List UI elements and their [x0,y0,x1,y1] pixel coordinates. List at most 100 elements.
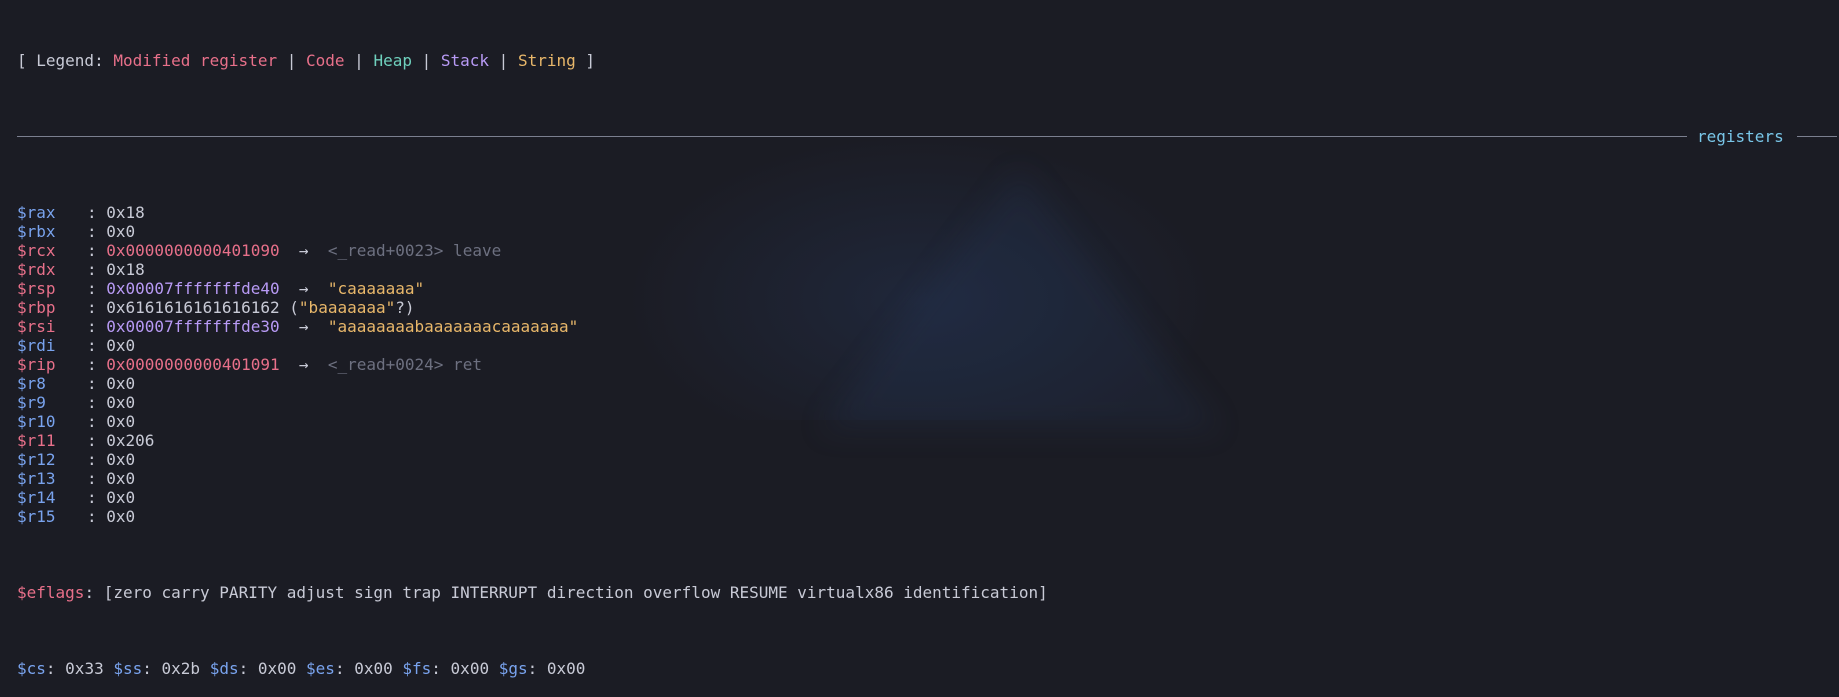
register-colon: : [87,507,107,526]
register-row: $rcx: 0x0000000000401090 → <_read+0023> … [17,241,1839,260]
eflags-value: [zero carry PARITY adjust sign trap INTE… [103,583,1048,602]
register-row: $rip: 0x0000000000401091 → <_read+0024> … [17,355,1839,374]
register-row: $rsi: 0x00007fffffffde30 → "aaaaaaaabaaa… [17,317,1839,336]
register-name: $r8 [17,374,46,393]
section-divider [17,136,1687,137]
register-row: $r9: 0x0 [17,393,1839,412]
register-value: 0x0000000000401091 [106,355,280,374]
section-title: registers [1697,127,1784,146]
register-row: $rdx: 0x18 [17,260,1839,279]
register-target: <_read+0023> leave [327,241,502,260]
arrow-icon: → [298,355,309,374]
legend-sep: | [344,51,374,70]
segment-colon: : [527,659,547,678]
register-colon: : [87,279,107,298]
register-value: 0x0 [106,393,136,412]
legend-sep: | [277,51,306,70]
eflags-name: $eflags [17,583,85,602]
legend-string: String [517,51,576,70]
segment-colon: : [431,659,451,678]
register-value: 0x18 [106,203,145,222]
register-value: 0x0 [106,450,136,469]
register-list: $rax: 0x18 $rbx: 0x0 $rcx: 0x0000000000401… [17,203,1839,526]
register-row: $rdi: 0x0 [17,336,1839,355]
register-name: $rsi [17,317,56,336]
register-name: $r11 [17,431,56,450]
segment-name: $fs [402,659,432,678]
register-name: $r12 [17,450,56,469]
register-row: $r12: 0x0 [17,450,1839,469]
register-colon: : [87,431,107,450]
register-suffix-open: ( [279,298,299,317]
register-row: $r13: 0x0 [17,469,1839,488]
arrow-icon: → [298,317,309,336]
register-target: "aaaaaaaabaaaaaaacaaaaaaa" [327,317,579,336]
register-colon: : [87,374,107,393]
gef-terminal: [ Legend: Modified register | Code | Hea… [17,13,1839,697]
segment-value: 0x00 [450,659,490,678]
eflags-colon: : [84,583,104,602]
segments-line: $cs: 0x33 $ss: 0x2b $ds: 0x00 $es: 0x00 … [17,659,1839,678]
section-divider [1797,136,1837,137]
segment-colon: : [45,659,66,678]
register-value: 0x6161616161616162 [106,298,280,317]
register-name: $r10 [17,412,56,431]
register-name: $rbp [17,298,56,317]
register-suffix-string: "baaaaaaa" [298,298,396,317]
segment-colon: : [238,659,258,678]
register-colon: : [87,488,107,507]
register-value: 0x0 [106,469,136,488]
registers-section-header: registers [17,127,1839,146]
register-name: $rcx [17,241,56,260]
register-colon: : [87,203,107,222]
register-colon: : [87,317,107,336]
register-colon: : [87,355,107,374]
register-target: <_read+0024> ret [327,355,482,374]
register-row: $r10: 0x0 [17,412,1839,431]
segment-value: 0x2b [161,659,201,678]
register-name: $rbx [17,222,56,241]
segment-name: $ds [209,659,239,678]
register-colon: : [87,222,107,241]
register-value: 0x0 [106,488,136,507]
legend-heap: Heap [373,51,412,70]
register-value: 0x0 [106,374,136,393]
register-value: 0x0 [106,507,136,526]
register-value: 0x206 [106,431,155,450]
register-value: 0x0 [106,336,136,355]
legend-sep: | [489,51,518,70]
segment-value: 0x00 [257,659,297,678]
register-name: $r13 [17,469,56,488]
register-row: $rbp: 0x6161616161616162 ("baaaaaaa"?) [17,298,1839,317]
segment-colon: : [334,659,355,678]
register-name: $rip [17,355,56,374]
legend-close: ] [575,51,596,70]
register-value: 0x0000000000401090 [106,241,280,260]
register-row: $r15: 0x0 [17,507,1839,526]
segment-name: $ss [113,659,143,678]
legend-code: Code [306,51,345,70]
register-value: 0x0 [106,412,136,431]
register-name: $r9 [17,393,46,412]
register-name: $rsp [17,279,56,298]
register-row: $rbx: 0x0 [17,222,1839,241]
register-row: $r14: 0x0 [17,488,1839,507]
legend-modified: Modified register [113,51,278,70]
register-colon: : [87,412,107,431]
register-row: $rsp: 0x00007fffffffde40 → "caaaaaaa" [17,279,1839,298]
segment-value: 0x33 [65,659,104,678]
segment-name: $cs [17,659,46,678]
legend-label: Legend: [36,51,114,70]
register-row: $r11: 0x206 [17,431,1839,450]
segment-colon: : [142,659,162,678]
segment-name: $gs [498,659,528,678]
